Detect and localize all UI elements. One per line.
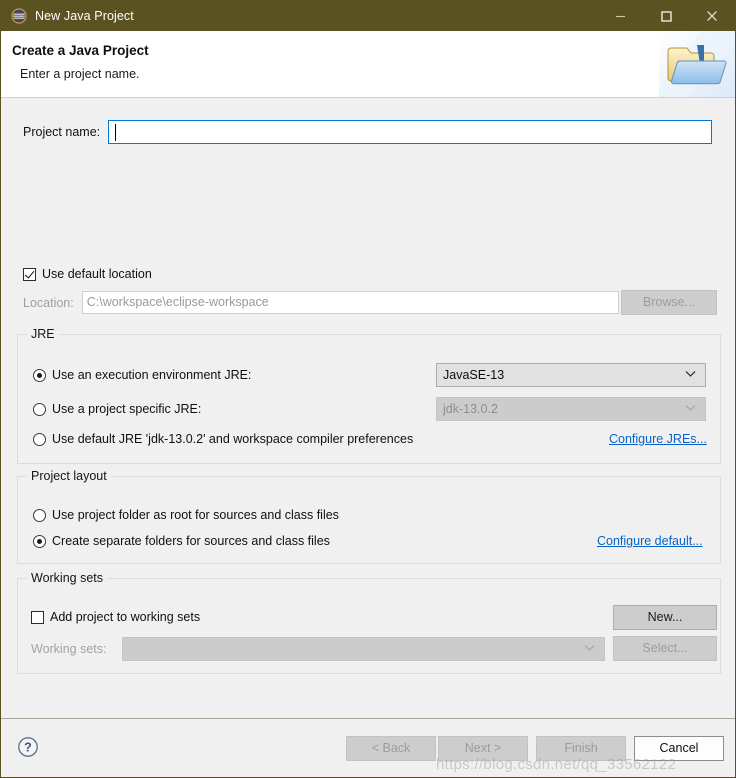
configure-jres-link[interactable]: Configure JREs... (609, 432, 707, 446)
use-default-location-row[interactable]: Use default location (23, 267, 152, 281)
new-java-project-dialog: New Java Project Create a Java Project E… (0, 0, 736, 778)
radio-project-folder-root[interactable]: Use project folder as root for sources a… (33, 508, 339, 522)
project-name-row: Project name: (1, 120, 735, 144)
page-title: Create a Java Project (12, 43, 149, 58)
radio-separate-folders-button[interactable] (33, 534, 46, 548)
dialog-body: Project name: Use default location Locat… (1, 98, 735, 748)
radio-execution-environment-jre[interactable]: Use an execution environment JRE: (33, 368, 251, 382)
use-default-location-checkbox[interactable] (23, 267, 36, 281)
select-working-set-button[interactable]: Select... (613, 636, 717, 661)
dialog-header: Create a Java Project Enter a project na… (1, 31, 735, 98)
radio-project-folder-root-button[interactable] (33, 508, 46, 522)
radio-separate-folders-label: Create separate folders for sources and … (52, 534, 330, 548)
help-icon[interactable]: ? (17, 736, 39, 758)
working-sets-group-title: Working sets (27, 571, 108, 585)
radio-default-jre[interactable]: Use default JRE 'jdk-13.0.2' and workspa… (33, 432, 413, 446)
project-layout-group-title: Project layout (27, 469, 111, 483)
close-button[interactable] (689, 1, 735, 31)
add-project-to-working-sets-checkbox[interactable] (31, 610, 44, 624)
chevron-down-icon (584, 644, 595, 655)
window-controls (597, 1, 735, 31)
page-subtitle: Enter a project name. (20, 67, 140, 81)
chevron-down-icon (685, 404, 696, 415)
radio-execution-environment-jre-label: Use an execution environment JRE: (52, 368, 252, 382)
configure-default-link[interactable]: Configure default... (597, 534, 703, 548)
title-bar: New Java Project (1, 1, 735, 31)
add-project-to-working-sets-row[interactable]: Add project to working sets (31, 610, 200, 624)
text-caret (115, 124, 116, 141)
finish-button[interactable]: Finish (536, 736, 626, 761)
radio-project-specific-jre-label: Use a project specific JRE: (52, 402, 202, 416)
working-sets-combo[interactable] (122, 637, 605, 661)
execution-environment-combo[interactable]: JavaSE-13 (436, 363, 706, 387)
maximize-button[interactable] (643, 1, 689, 31)
working-sets-label: Working sets: (31, 642, 107, 656)
radio-project-specific-jre-button[interactable] (33, 402, 46, 416)
add-project-to-working-sets-label: Add project to working sets (50, 610, 201, 624)
project-name-label: Project name: (23, 125, 101, 139)
cancel-button[interactable]: Cancel (634, 736, 724, 761)
use-default-location-label: Use default location (42, 267, 152, 281)
project-specific-jre-combo[interactable]: jdk-13.0.2 (436, 397, 706, 421)
window-title: New Java Project (35, 9, 134, 23)
radio-default-jre-button[interactable] (33, 432, 46, 446)
radio-execution-environment-jre-button[interactable] (33, 368, 46, 382)
java-project-folder-icon (659, 31, 735, 97)
minimize-button[interactable] (597, 1, 643, 31)
location-input[interactable]: C:\workspace\eclipse-workspace (81, 291, 619, 314)
jre-group-title: JRE (27, 327, 59, 341)
eclipse-java-icon (11, 8, 27, 24)
execution-environment-value: JavaSE-13 (443, 368, 505, 382)
browse-button[interactable]: Browse... (621, 290, 717, 315)
radio-project-specific-jre[interactable]: Use a project specific JRE: (33, 402, 201, 416)
radio-default-jre-label: Use default JRE 'jdk-13.0.2' and workspa… (52, 432, 414, 446)
next-button[interactable]: Next > (438, 736, 528, 761)
back-button[interactable]: < Back (346, 736, 436, 761)
radio-project-folder-root-label: Use project folder as root for sources a… (52, 508, 339, 522)
project-specific-jre-value: jdk-13.0.2 (443, 402, 498, 416)
svg-text:?: ? (24, 740, 32, 754)
chevron-down-icon (685, 370, 696, 381)
new-working-set-button[interactable]: New... (613, 605, 717, 630)
project-name-input[interactable] (108, 120, 713, 144)
radio-separate-folders[interactable]: Create separate folders for sources and … (33, 534, 330, 548)
location-label: Location: (23, 295, 74, 310)
